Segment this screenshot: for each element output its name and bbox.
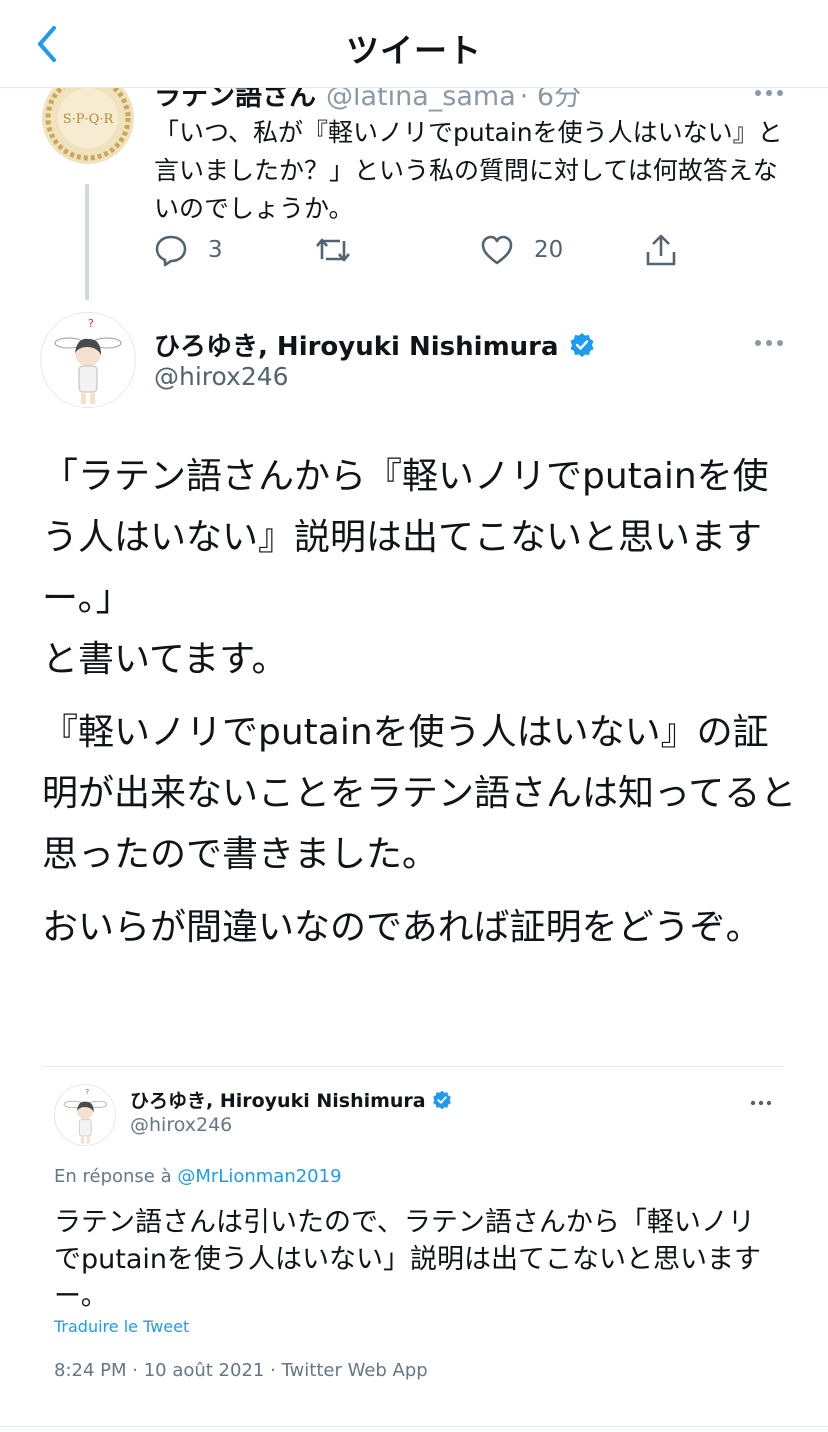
verified-badge-icon <box>432 1090 451 1109</box>
spqr-logo-icon: S·P·Q·R <box>42 88 134 164</box>
main-tweet-paragraph: 『軽いノリでputainを使う人はいない』の証明が出来ないことをラテン語さんは知… <box>42 712 797 875</box>
retweet-icon <box>316 238 350 262</box>
svg-text:?: ? <box>85 1087 89 1096</box>
quoted-author-name[interactable]: ひろゆき, Hiroyuki Nishimura <box>130 1086 426 1113</box>
reply-icon <box>155 235 187 267</box>
parent-time: · 6分 <box>519 88 582 112</box>
main-tweet-paragraph: おいらが間違いなのであれば証明をどうぞ。 <box>42 907 762 948</box>
main-more-button[interactable] <box>754 334 784 353</box>
quoted-avatar[interactable]: ? <box>54 1084 116 1146</box>
heart-icon <box>481 235 513 265</box>
parent-action-bar: 3 20 <box>150 228 710 272</box>
quoted-more-button[interactable] <box>750 1092 772 1111</box>
reply-mention-link[interactable]: @MrLionman2019 <box>177 1166 341 1187</box>
retweet-button[interactable] <box>314 228 352 272</box>
quoted-tweet-meta: 8:24 PM · 10 août 2021 · Twitter Web App <box>54 1360 428 1381</box>
more-horizontal-icon <box>755 90 783 96</box>
reply-button[interactable]: 3 <box>154 228 223 272</box>
reply-count: 3 <box>208 237 223 263</box>
svg-text:?: ? <box>88 317 94 330</box>
main-tweet-paragraph: 「ラテン語さんから『軽いノリでputainを使う人はいない』説明は出てこないと思… <box>42 456 769 680</box>
like-button[interactable]: 20 <box>480 228 563 272</box>
thread-line <box>85 184 89 300</box>
quoted-handle[interactable]: @hirox246 <box>130 1114 232 1136</box>
quoted-tweet[interactable]: ? ひろゆき, Hiroyuki Nishimura @hirox246 En … <box>42 1066 784 1396</box>
page-title: ツイート <box>346 31 482 70</box>
parent-handle[interactable]: @latina_sama <box>326 88 516 112</box>
parent-author-name[interactable]: ラテン語さん <box>154 88 316 112</box>
tweet-detail-screen: ツイート S·P·Q·R ラテン語さん @latina_sama · 6分 「いつ、… <box>0 0 828 1432</box>
main-author-name[interactable]: ひろゆき, Hiroyuki Nishimura <box>154 326 559 363</box>
bottom-divider <box>0 1426 828 1427</box>
parent-avatar[interactable]: S·P·Q·R <box>40 88 136 166</box>
parent-tweet[interactable]: S·P·Q·R ラテン語さん @latina_sama · 6分 「いつ、私が『軽い… <box>0 88 828 310</box>
more-horizontal-icon <box>755 340 783 346</box>
main-avatar[interactable]: ? <box>40 312 136 408</box>
like-count: 20 <box>534 237 564 263</box>
share-button[interactable] <box>644 228 678 272</box>
main-tweet-text: 「ラテン語さんから『軽いノリでputainを使う人はいない』説明は出てこないと思… <box>42 446 802 970</box>
share-icon <box>646 234 676 266</box>
quoted-author-row: ひろゆき, Hiroyuki Nishimura <box>130 1086 452 1113</box>
parent-tweet-text: 「いつ、私が『軽いノリでputainを使う人はいない』と言いましたか？」という私… <box>154 118 783 223</box>
svg-text:S·P·Q·R: S·P·Q·R <box>63 112 115 127</box>
more-horizontal-icon <box>750 1100 772 1106</box>
parent-more-button[interactable] <box>754 88 784 103</box>
main-handle[interactable]: @hirox246 <box>154 362 289 391</box>
main-author-row: ひろゆき, Hiroyuki Nishimura <box>154 326 595 363</box>
quoted-reply-context: En réponse à @MrLionman2019 <box>54 1166 342 1187</box>
reply-prefix: En réponse à <box>54 1166 172 1187</box>
verified-badge-icon <box>570 332 594 357</box>
avatar-illustration-icon: ? <box>41 313 135 407</box>
nav-header: ツイート <box>0 0 828 88</box>
translate-tweet-link[interactable]: Traduire le Tweet <box>54 1317 189 1336</box>
avatar-illustration-icon: ? <box>55 1085 115 1145</box>
parent-author-row: ラテン語さん @latina_sama · 6分 <box>154 88 581 113</box>
quoted-tweet-text: ラテン語さんは引いたので、ラテン語さんから「軽いノリでputainを使う人はいな… <box>54 1207 761 1312</box>
